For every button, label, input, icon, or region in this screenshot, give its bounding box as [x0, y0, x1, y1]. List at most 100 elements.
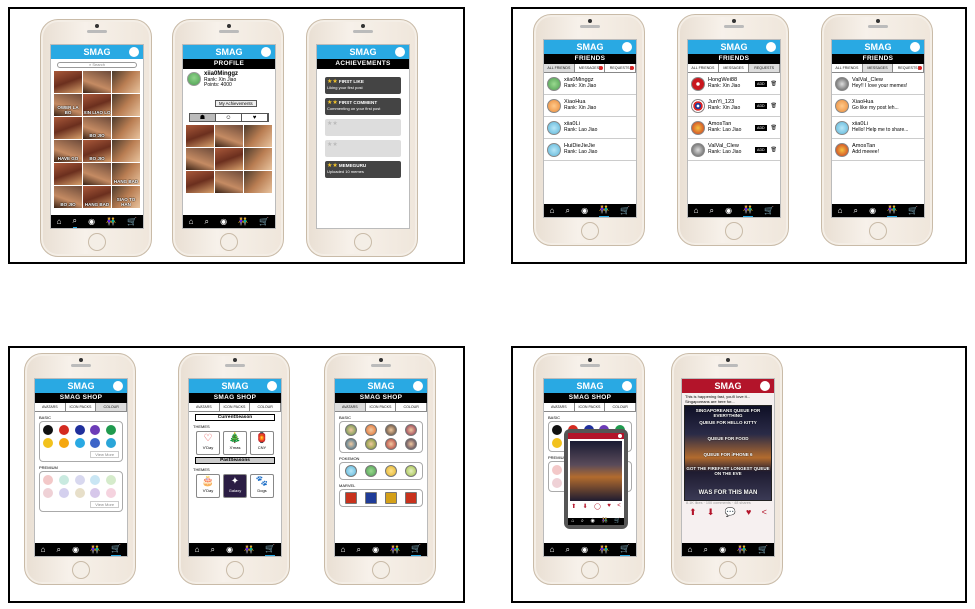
meme-thumb[interactable]: HANG BAD [83, 186, 111, 208]
toggle-icon[interactable] [622, 381, 632, 391]
achievement-card[interactable]: ★★ FIRST COMMENT Commenting on your first… [325, 98, 401, 115]
captain-america-icon[interactable] [365, 492, 377, 504]
add-button[interactable]: ADD [755, 80, 767, 87]
meme-thumb[interactable] [244, 124, 272, 147]
meme-thumb[interactable] [83, 71, 111, 93]
meme-thumb[interactable]: XIN LIAO LO [83, 94, 111, 116]
heart-icon[interactable]: ♥ [746, 507, 751, 518]
avatar-option-icon[interactable] [365, 424, 377, 436]
theme-card[interactable]: 🏮 CNY [250, 431, 274, 455]
downvote-icon[interactable]: ⬇ [707, 507, 715, 518]
tab-messages[interactable]: MESSAGES [575, 64, 606, 72]
colour-swatch[interactable] [90, 438, 101, 448]
meme-thumb[interactable] [186, 170, 214, 193]
meme-thumb[interactable]: OWER LA BO [54, 94, 82, 116]
tab-liked[interactable]: ♥ [242, 113, 268, 121]
toggle-icon[interactable] [113, 381, 123, 391]
comment-icon[interactable]: 💬 [725, 507, 736, 518]
camera-icon[interactable]: ◉ [719, 543, 726, 556]
meme-thumb[interactable]: BO JIO [83, 140, 111, 162]
camera-icon[interactable]: ◉ [72, 543, 79, 556]
tab-requests[interactable]: REQUESTS [893, 64, 924, 72]
home-icon[interactable]: ⌂ [57, 215, 62, 228]
cart-icon[interactable]: 🛒 [620, 542, 631, 556]
cart-icon[interactable]: 🛒 [259, 215, 269, 228]
friends-icon[interactable]: 👫 [106, 215, 116, 228]
theme-card[interactable]: ✦ Galaxy [223, 474, 247, 498]
theme-card[interactable]: 🐾 Dogs [250, 474, 274, 498]
chikorita-icon[interactable] [405, 465, 417, 477]
home-icon[interactable]: ⌂ [550, 204, 555, 217]
colour-swatch[interactable] [106, 488, 117, 498]
tab-avatars[interactable]: AVATARS [35, 403, 66, 411]
colour-swatch[interactable] [43, 438, 53, 448]
meme-thumb[interactable] [54, 71, 82, 93]
tab-icon-packs[interactable]: ICON PACKS [66, 403, 97, 411]
cart-icon[interactable]: 🛒 [111, 542, 122, 556]
camera-icon[interactable]: ◉ [581, 543, 588, 556]
trash-icon[interactable]: 🗑 [771, 147, 777, 153]
colour-swatch[interactable] [106, 425, 117, 435]
share-icon[interactable]: < [762, 507, 767, 518]
cart-icon[interactable]: 🛒 [620, 204, 630, 217]
psyduck-icon[interactable] [385, 465, 397, 477]
avatar-option-icon[interactable] [385, 438, 397, 450]
camera-icon[interactable]: ◉ [88, 215, 95, 228]
theme-card[interactable]: 🎄 X'mas [223, 431, 247, 455]
deadpool-icon[interactable] [405, 492, 417, 504]
avatar-option-icon[interactable] [345, 424, 357, 436]
colour-swatch[interactable] [58, 438, 69, 448]
theme-card[interactable]: 🎂 V'Day [196, 474, 220, 498]
colour-swatch[interactable] [106, 438, 117, 448]
meme-thumb[interactable] [112, 71, 140, 93]
tab-all-friends[interactable]: ALL FRIENDS [832, 64, 863, 72]
message-row[interactable]: ValVal_Clew Hey!! I love your memes! [832, 73, 924, 95]
tab-icon-packs[interactable]: ICON PACKS [220, 403, 251, 411]
achievement-card-locked[interactable]: ★★ [325, 119, 401, 136]
toggle-icon[interactable] [766, 42, 776, 52]
colour-swatch[interactable] [90, 488, 101, 498]
tab-posts[interactable]: ☗ [190, 113, 216, 121]
toggle-icon[interactable] [267, 381, 277, 391]
tab-colour[interactable]: COLOUR [96, 403, 127, 411]
search-icon[interactable]: ⌕ [566, 204, 570, 217]
search-icon[interactable]: ⌕ [72, 214, 78, 228]
meme-thumb[interactable]: BO JIO [83, 117, 111, 139]
cart-icon[interactable]: 🛒 [908, 204, 918, 217]
achievement-card[interactable]: ★★ MEMEGURU Uploaded 10 memes [325, 161, 401, 178]
spiderman-icon[interactable] [345, 492, 357, 504]
home-icon[interactable]: ⌂ [838, 204, 843, 217]
tab-avatars[interactable]: AVATARS [189, 403, 220, 411]
friends-icon[interactable]: 👫 [244, 543, 254, 556]
tab-messages[interactable]: MESSAGES [862, 64, 894, 72]
meme-thumb[interactable] [112, 140, 140, 162]
meme-thumb[interactable] [186, 147, 214, 170]
search-icon[interactable]: ⌕ [357, 543, 361, 556]
colour-swatch[interactable] [58, 475, 69, 485]
home-icon[interactable]: ⌂ [341, 543, 346, 556]
home-icon[interactable]: ⌂ [550, 543, 555, 556]
message-row[interactable]: XiaoHua Go like my post leh... [832, 95, 924, 117]
friends-icon[interactable]: 👫 [90, 543, 100, 556]
theme-card[interactable]: ♡ V'Day [196, 431, 220, 455]
colour-swatch[interactable] [90, 425, 101, 435]
tab-all-friends[interactable]: ALL FRIENDS [544, 64, 575, 72]
colour-swatch[interactable] [552, 478, 562, 488]
camera-icon[interactable]: ◉ [220, 215, 227, 228]
trash-icon[interactable]: 🗑 [771, 125, 777, 131]
friend-row[interactable]: XiaoHua Rank: Xin Jiao [544, 95, 636, 117]
toggle-icon[interactable] [760, 381, 770, 391]
friend-row[interactable]: xiia0Li Rank: Lao Jiao [544, 117, 636, 139]
colour-swatch[interactable] [43, 488, 53, 498]
post-image[interactable]: SINGAPOREANS QUEUE FOR EVERYTHING QUEUE … [684, 405, 772, 502]
view-more-button[interactable]: View More [90, 451, 119, 458]
camera-icon[interactable]: ◉ [581, 204, 588, 217]
tab-avatars[interactable]: AVATARS [335, 403, 366, 411]
home-icon[interactable]: ⌂ [694, 204, 699, 217]
colour-swatch[interactable] [43, 425, 53, 435]
avatar-option-icon[interactable] [405, 424, 417, 436]
cart-icon[interactable]: 🛒 [764, 204, 774, 217]
camera-icon[interactable]: ◉ [869, 204, 876, 217]
friends-icon[interactable]: 👫 [743, 203, 754, 217]
meme-thumb[interactable]: BO JIO [54, 186, 82, 208]
